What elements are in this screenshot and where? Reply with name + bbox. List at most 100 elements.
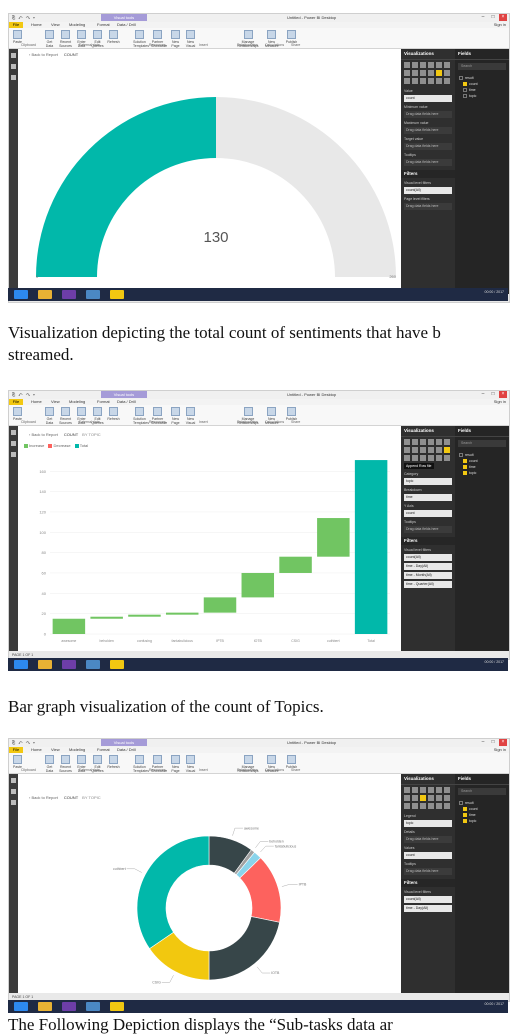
recent-sources-button[interactable]: Recent Sources <box>59 407 72 425</box>
recent-sources-button[interactable]: Recent Sources <box>59 755 72 773</box>
context-tab-visual-tools[interactable]: Visual tools <box>101 739 147 746</box>
publish-button[interactable]: Publish <box>285 755 298 769</box>
max-value-well[interactable]: Drag data fields here <box>404 127 452 134</box>
new-page-button[interactable]: New Page <box>169 407 182 425</box>
report-view-icon[interactable] <box>11 778 16 783</box>
solution-templates-button[interactable]: Solution Templates <box>133 755 149 773</box>
report-view-icon[interactable] <box>11 53 16 58</box>
filter-item[interactable]: time - Day(All) <box>404 905 452 912</box>
visual-type-icon[interactable] <box>412 455 418 461</box>
visual-type-icon[interactable] <box>444 70 450 76</box>
visual-type-icon[interactable] <box>412 78 418 84</box>
y-axis-well[interactable]: count <box>404 510 452 517</box>
filter-item[interactable]: time - Quarter(All) <box>404 581 452 588</box>
details-well[interactable]: Drag data fields here <box>404 836 452 843</box>
visual-type-icon[interactable] <box>428 62 434 68</box>
quick-access-toolbar[interactable]: ⎘ ↶ ↷ ▾ <box>12 740 36 745</box>
visual-type-icon[interactable] <box>444 803 450 809</box>
maximize-icon[interactable]: □ <box>489 739 497 746</box>
filter-item[interactable]: count(All) <box>404 187 452 194</box>
visual-type-icon[interactable] <box>404 787 410 793</box>
visual-type-icon[interactable] <box>436 455 442 461</box>
visual-type-icon[interactable] <box>420 78 426 84</box>
breakdown-well[interactable]: time <box>404 494 452 501</box>
visual-type-icon[interactable] <box>444 62 450 68</box>
values-well[interactable]: count <box>404 852 452 859</box>
visual-type-icon[interactable] <box>428 455 434 461</box>
visual-type-icon[interactable] <box>444 455 450 461</box>
donut-slice-iotb[interactable] <box>208 916 280 981</box>
app-icon[interactable] <box>86 1002 100 1011</box>
visual-type-icon[interactable] <box>412 439 418 445</box>
visual-type-icon[interactable] <box>436 795 442 801</box>
visual-type-icon[interactable] <box>436 78 442 84</box>
visual-type-icon[interactable] <box>420 70 426 76</box>
waterfall-bar-iptb[interactable] <box>203 597 237 613</box>
tooltips-well[interactable]: Drag data fields here <box>404 526 452 533</box>
file-explorer-icon[interactable] <box>38 290 52 299</box>
visual-studio-icon[interactable] <box>62 660 76 669</box>
visual-type-icon[interactable] <box>420 439 426 445</box>
context-tab-visual-tools[interactable]: Visual tools <box>101 391 147 398</box>
visual-type-icon[interactable] <box>436 447 442 453</box>
refresh-button[interactable]: Refresh <box>107 30 120 44</box>
filter-drop-zone[interactable]: Drag data fields here <box>404 203 452 210</box>
waterfall-bar-iotb[interactable] <box>241 572 275 598</box>
waterfall-bar-fantabulicious[interactable] <box>165 612 199 615</box>
paste-button[interactable]: Paste <box>11 407 24 421</box>
visual-type-icon[interactable] <box>420 447 426 453</box>
get-data-button[interactable]: Get Data <box>43 407 56 425</box>
visual-type-icon[interactable] <box>404 70 410 76</box>
visual-type-icon[interactable] <box>428 795 434 801</box>
gauge-chart[interactable]: 130 0 260 <box>18 49 401 294</box>
visual-type-icon[interactable] <box>436 62 442 68</box>
visual-type-icon[interactable] <box>420 62 426 68</box>
waterfall-bar-csig[interactable] <box>279 556 312 573</box>
minimize-icon[interactable]: – <box>479 14 487 21</box>
new-page-button[interactable]: New Page <box>169 755 182 773</box>
file-explorer-icon[interactable] <box>38 660 52 669</box>
visual-studio-icon[interactable] <box>62 1002 76 1011</box>
back-to-report-link[interactable]: ‹ Back to Report COUNT <box>29 52 78 57</box>
legend-well[interactable]: topic <box>404 820 452 827</box>
field-item-topic[interactable]: topic <box>459 470 505 476</box>
visual-type-icon[interactable] <box>412 795 418 801</box>
visual-type-icon[interactable] <box>420 787 426 793</box>
category-well[interactable]: topic <box>404 478 452 485</box>
visual-type-icon[interactable] <box>404 803 410 809</box>
report-view-icon[interactable] <box>11 430 16 435</box>
waterfall-bar-awesome[interactable] <box>52 618 86 634</box>
donut-chart[interactable]: awesome beholdenfantabulicious IPTB IOTB CSI… <box>18 774 401 993</box>
relationships-view-icon[interactable] <box>11 75 16 80</box>
new-visual-button[interactable]: New Visual <box>184 30 197 48</box>
maximize-icon[interactable]: □ <box>489 391 497 398</box>
filter-item[interactable]: count(All) <box>404 896 452 903</box>
visual-type-icon[interactable] <box>444 439 450 445</box>
visual-type-icon[interactable] <box>428 78 434 84</box>
visual-type-icon[interactable] <box>420 455 426 461</box>
visual-type-icon[interactable] <box>444 795 450 801</box>
visual-type-icon[interactable] <box>412 70 418 76</box>
close-icon[interactable]: × <box>499 739 507 746</box>
visual-type-icon[interactable] <box>428 439 434 445</box>
publish-button[interactable]: Publish <box>285 407 298 421</box>
quick-access-toolbar[interactable]: ⎘ ↶ ↷ ▾ <box>12 392 36 397</box>
waterfall-bar-beholden[interactable] <box>90 616 123 619</box>
paste-button[interactable]: Paste <box>11 30 24 44</box>
power-bi-icon[interactable] <box>110 290 124 299</box>
context-tab-visual-tools[interactable]: Visual tools <box>101 14 147 21</box>
maximize-icon[interactable]: □ <box>489 14 497 21</box>
field-item-topic[interactable]: topic <box>459 818 505 824</box>
power-bi-icon[interactable] <box>110 1002 124 1011</box>
waterfall-bar-confusing[interactable] <box>128 614 161 617</box>
solution-templates-button[interactable]: Solution Templates <box>133 30 149 48</box>
visual-type-icon[interactable] <box>428 803 434 809</box>
visual-type-icon[interactable] <box>404 447 410 453</box>
close-icon[interactable]: × <box>499 391 507 398</box>
app-icon[interactable] <box>86 660 100 669</box>
get-data-button[interactable]: Get Data <box>43 755 56 773</box>
visual-type-icon[interactable] <box>436 787 442 793</box>
filter-item[interactable]: count(All) <box>404 554 452 561</box>
relationships-view-icon[interactable] <box>11 800 16 805</box>
filter-item[interactable]: time - Day(All) <box>404 563 452 570</box>
